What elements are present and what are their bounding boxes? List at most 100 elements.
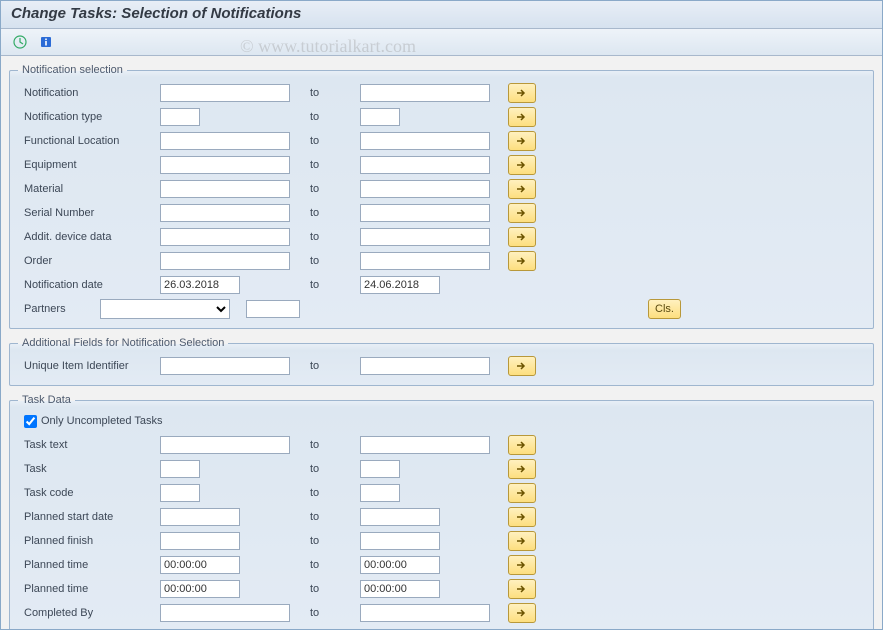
pstart-to-input[interactable] <box>360 508 440 526</box>
ptime2-from-input[interactable] <box>160 580 240 598</box>
pstart-more-button[interactable] <box>508 507 536 527</box>
device-to-input[interactable] <box>360 228 490 246</box>
completed-from-input[interactable] <box>160 604 290 622</box>
completed-to-input[interactable] <box>360 604 490 622</box>
taskcode-to-input[interactable] <box>360 484 400 502</box>
clock-execute-icon <box>13 35 27 49</box>
partners-dropdown[interactable] <box>100 299 230 319</box>
label-notification-date: Notification date <box>20 279 160 291</box>
equipment-more-button[interactable] <box>508 155 536 175</box>
uii-to-input[interactable] <box>360 357 490 375</box>
window: © www.tutorialkart.com Change Tasks: Sel… <box>0 0 883 630</box>
ptime1-to-input[interactable] <box>360 556 440 574</box>
ptime2-to-input[interactable] <box>360 580 440 598</box>
label-functional-location: Functional Location <box>20 135 160 147</box>
order-more-button[interactable] <box>508 251 536 271</box>
group-additional-fields: Additional Fields for Notification Selec… <box>9 337 874 386</box>
serial-more-button[interactable] <box>508 203 536 223</box>
order-from-input[interactable] <box>160 252 290 270</box>
uii-more-button[interactable] <box>508 356 536 376</box>
uii-from-input[interactable] <box>160 357 290 375</box>
material-more-button[interactable] <box>508 179 536 199</box>
arrow-right-icon <box>516 88 528 98</box>
row-notification-type: Notification type to <box>20 106 863 128</box>
group-legend: Task Data <box>18 394 75 406</box>
row-notification-date: Notification date to <box>20 274 863 296</box>
row-ptime2: Planned time to <box>20 578 863 600</box>
equipment-from-input[interactable] <box>160 156 290 174</box>
row-ptime1: Planned time to <box>20 554 863 576</box>
ptime1-from-input[interactable] <box>160 556 240 574</box>
to-label: to <box>300 231 360 243</box>
material-to-input[interactable] <box>360 180 490 198</box>
only-uncompleted-checkbox[interactable] <box>24 415 37 428</box>
content: Notification selection Notification to N… <box>1 56 882 630</box>
task-more-button[interactable] <box>508 459 536 479</box>
date-from-input[interactable] <box>160 276 240 294</box>
date-to-input[interactable] <box>360 276 440 294</box>
row-uii: Unique Item Identifier to <box>20 355 863 377</box>
row-device: Addit. device data to <box>20 226 863 248</box>
arrow-right-icon <box>516 464 528 474</box>
notification-from-input[interactable] <box>160 84 290 102</box>
device-more-button[interactable] <box>508 227 536 247</box>
pfinish-from-input[interactable] <box>160 532 240 550</box>
ptime2-more-button[interactable] <box>508 579 536 599</box>
label-ptime2: Planned time <box>20 583 160 595</box>
to-label: to <box>300 255 360 267</box>
notification-to-input[interactable] <box>360 84 490 102</box>
tasktext-from-input[interactable] <box>160 436 290 454</box>
notification-type-more-button[interactable] <box>508 107 536 127</box>
arrow-right-icon <box>516 512 528 522</box>
row-partners: Partners Cls. <box>20 298 863 320</box>
to-label: to <box>300 583 360 595</box>
funcloc-to-input[interactable] <box>360 132 490 150</box>
pfinish-more-button[interactable] <box>508 531 536 551</box>
equipment-to-input[interactable] <box>360 156 490 174</box>
funcloc-more-button[interactable] <box>508 131 536 151</box>
tasktext-more-button[interactable] <box>508 435 536 455</box>
pfinish-to-input[interactable] <box>360 532 440 550</box>
to-label: to <box>300 463 360 475</box>
taskcode-from-input[interactable] <box>160 484 200 502</box>
taskcode-more-button[interactable] <box>508 483 536 503</box>
row-completed: Completed By to <box>20 602 863 624</box>
cls-button[interactable]: Cls. <box>648 299 681 319</box>
to-label: to <box>300 559 360 571</box>
task-from-input[interactable] <box>160 460 200 478</box>
label-ptime1: Planned time <box>20 559 160 571</box>
device-from-input[interactable] <box>160 228 290 246</box>
partners-value-input[interactable] <box>246 300 300 318</box>
arrow-right-icon <box>516 256 528 266</box>
row-order: Order to <box>20 250 863 272</box>
to-label: to <box>300 607 360 619</box>
to-label: to <box>300 135 360 147</box>
funcloc-from-input[interactable] <box>160 132 290 150</box>
label-device: Addit. device data <box>20 231 160 243</box>
material-from-input[interactable] <box>160 180 290 198</box>
toolbar <box>1 29 882 56</box>
group-notification-selection: Notification selection Notification to N… <box>9 64 874 329</box>
arrow-right-icon <box>516 232 528 242</box>
label-taskcode: Task code <box>20 487 160 499</box>
pstart-from-input[interactable] <box>160 508 240 526</box>
row-material: Material to <box>20 178 863 200</box>
ptime1-more-button[interactable] <box>508 555 536 575</box>
notification-type-from-input[interactable] <box>160 108 200 126</box>
arrow-right-icon <box>516 584 528 594</box>
info-button[interactable] <box>35 32 57 52</box>
order-to-input[interactable] <box>360 252 490 270</box>
tasktext-to-input[interactable] <box>360 436 490 454</box>
notification-type-to-input[interactable] <box>360 108 400 126</box>
to-label: to <box>300 360 360 372</box>
serial-to-input[interactable] <box>360 204 490 222</box>
row-tasktext: Task text to <box>20 434 863 456</box>
label-partners: Partners <box>20 303 100 315</box>
label-pstart: Planned start date <box>20 511 160 523</box>
label-order: Order <box>20 255 160 267</box>
serial-from-input[interactable] <box>160 204 290 222</box>
execute-button[interactable] <box>9 32 31 52</box>
notification-more-button[interactable] <box>508 83 536 103</box>
completed-more-button[interactable] <box>508 603 536 623</box>
task-to-input[interactable] <box>360 460 400 478</box>
